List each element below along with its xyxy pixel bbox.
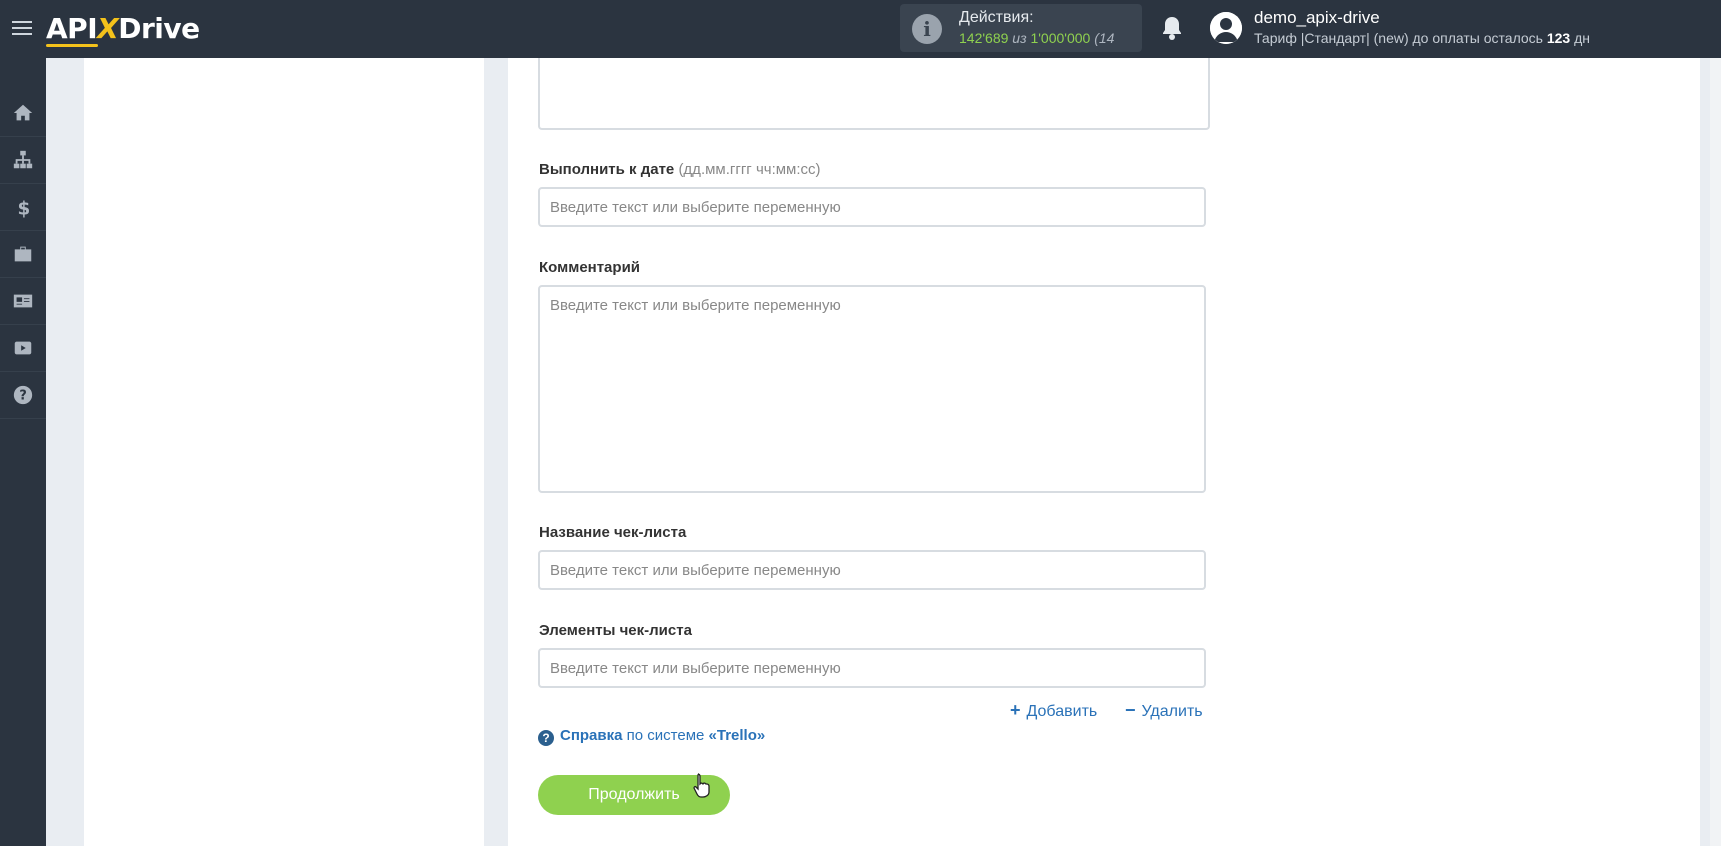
dollar-icon: $ (18, 198, 31, 218)
top-bar: APIXDrive i Действия: 142'689 из 1'000'0… (0, 0, 1721, 58)
sidebar-item-video[interactable] (0, 325, 46, 372)
help-middle-text: по системе (626, 727, 705, 744)
actions-total: 1'000'000 (1030, 30, 1091, 46)
menu-icon[interactable] (12, 17, 32, 37)
add-label: Добавить (1026, 703, 1098, 720)
comment-textarea[interactable] (538, 285, 1206, 493)
actions-extra: (14 (1094, 30, 1115, 46)
sidebar: $ ? (0, 58, 46, 846)
remove-button[interactable]: − Удалить (1125, 700, 1203, 721)
comment-label: Комментарий (539, 259, 641, 276)
help-link[interactable]: ? Справка по системе «Trello» (538, 727, 765, 746)
youtube-icon (14, 341, 32, 355)
actions-counter[interactable]: i Действия: 142'689 из 1'000'000 (14 (900, 4, 1142, 52)
plan-days: 123 (1546, 30, 1571, 46)
user-name[interactable]: demo_apix-drive (1254, 8, 1380, 28)
sidebar-item-help[interactable]: ? (0, 372, 46, 419)
hand-cursor-icon (693, 773, 710, 798)
info-icon: i (912, 14, 942, 44)
plus-icon: + (1010, 700, 1021, 720)
add-button[interactable]: + Добавить (1010, 700, 1097, 721)
checklist-name-input[interactable] (538, 550, 1206, 590)
sidebar-item-billing[interactable]: $ (0, 184, 46, 231)
svg-text:$: $ (18, 198, 31, 218)
logo[interactable]: APIXDrive (46, 12, 200, 45)
logo-text-drive: Drive (118, 12, 200, 45)
home-icon (13, 104, 33, 121)
actions-label: Действия: (959, 9, 1034, 26)
due-date-input[interactable] (538, 187, 1206, 227)
previous-textarea[interactable] (538, 58, 1210, 130)
actions-count: 142'689 из 1'000'000 (14 (959, 30, 1114, 46)
scrollbar[interactable] (1710, 58, 1721, 846)
minus-icon: − (1125, 700, 1136, 720)
actions-used: 142'689 (959, 30, 1009, 46)
due-date-hint: (дд.мм.гггг чч:мм:сс) (678, 161, 821, 178)
help-icon: ? (13, 385, 33, 405)
remove-label: Удалить (1141, 703, 1203, 720)
user-plan: Тариф |Стандарт| (new) до оплаты осталос… (1254, 30, 1590, 46)
sidebar-item-projects[interactable] (0, 231, 46, 278)
left-panel (84, 58, 484, 846)
plan-days-unit: дн (1574, 30, 1591, 46)
question-icon: ? (538, 730, 554, 746)
due-date-label: Выполнить к дате (дд.мм.гггг чч:мм:сс) (539, 161, 821, 178)
sitemap-icon (13, 150, 33, 169)
help-link-text: Справка (560, 727, 623, 744)
plan-text: Тариф |Стандарт| (new) до оплаты осталос… (1254, 30, 1543, 46)
sidebar-item-profile[interactable] (0, 278, 46, 325)
help-system-text: «Trello» (708, 727, 766, 744)
actions-separator: из (1012, 30, 1027, 46)
id-card-icon (13, 294, 33, 308)
avatar[interactable] (1210, 12, 1242, 44)
checklist-items-input[interactable] (538, 648, 1206, 688)
briefcase-icon (14, 246, 32, 262)
sidebar-item-home[interactable] (0, 90, 46, 137)
logo-text-x: X (97, 12, 119, 45)
checklist-items-label: Элементы чек-листа (539, 622, 692, 639)
sidebar-item-connections[interactable] (0, 137, 46, 184)
checklist-name-label: Название чек-листа (539, 524, 687, 541)
logo-text-api: API (46, 12, 98, 45)
logo-underline (46, 44, 98, 47)
bell-icon[interactable] (1160, 15, 1184, 41)
svg-text:?: ? (19, 389, 26, 404)
due-date-label-text: Выполнить к дате (539, 161, 675, 178)
